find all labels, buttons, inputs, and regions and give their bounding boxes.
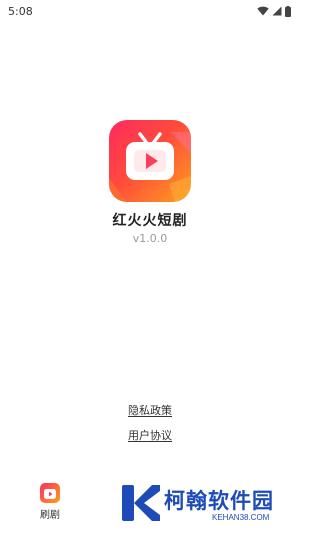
app-icon [109,120,191,202]
tv-play-icon [40,483,60,503]
signal-icon [272,6,282,16]
tv-play-icon [109,132,191,202]
status-time: 5:08 [8,4,33,18]
user-agreement-link[interactable]: 用户协议 [128,429,172,442]
bottom-app-label: 刷剧 [40,510,60,521]
app-name: 红火火短剧 [112,213,188,229]
bottom-app-shortcut[interactable]: 刷剧 [34,483,66,521]
watermark-en: KEHAN38.COM [212,513,270,522]
privacy-policy-link[interactable]: 隐私政策 [128,404,172,417]
privacy-policy-row: 隐私政策 [0,402,300,418]
kehan-logo-icon [122,485,160,521]
battery-icon [285,5,291,17]
wifi-icon [257,6,269,16]
app-version: v1.0.0 [132,232,168,245]
watermark-cn: 柯翰软件园 [164,489,274,513]
splash-screen: 5:08 红火火短剧 v1.0.0 隐私政策 用户协议 刷剧 柯翰软件园 KEH… [0,0,300,533]
status-icons [257,5,291,17]
status-bar: 5:08 [0,0,300,22]
watermark: 柯翰软件园 KEHAN38.COM [118,481,288,527]
user-agreement-row: 用户协议 [0,427,300,443]
